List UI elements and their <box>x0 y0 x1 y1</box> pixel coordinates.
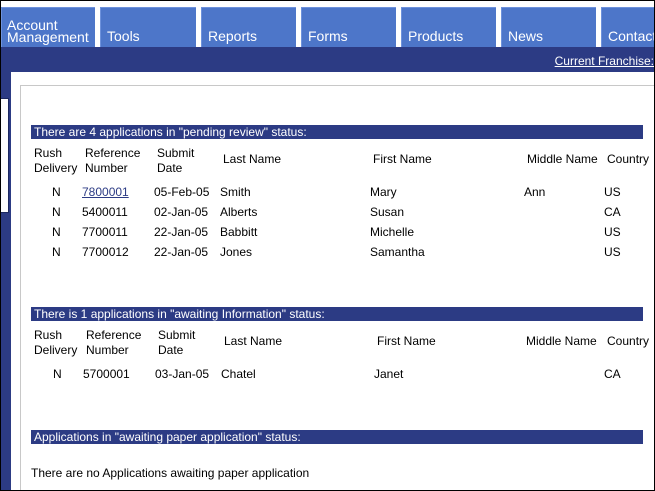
cell-rush: N <box>53 367 62 381</box>
col-rush-delivery: Rush Delivery <box>34 328 78 357</box>
cell-last-name: Smith <box>220 185 251 199</box>
col-last-name: Last Name <box>223 152 282 166</box>
section-header-awaiting-information: There is 1 applications in "awaiting Inf… <box>31 307 643 321</box>
cell-last-name: Jones <box>220 245 253 259</box>
col-middle-name: Middle Name <box>526 334 597 348</box>
tab-label: Tools <box>107 28 140 44</box>
cell-submit-date: 02-Jan-05 <box>154 205 209 219</box>
col-reference-number: Reference Number <box>86 328 142 357</box>
cell-submit-date: 22-Jan-05 <box>154 225 209 239</box>
col-first-name: First Name <box>377 334 436 348</box>
tab-label: Contact <box>608 28 654 44</box>
cell-country: CA <box>604 205 621 219</box>
cell-reference: 5400011 <box>82 205 128 219</box>
cell-middle-name: Ann <box>524 185 546 199</box>
cell-country: US <box>604 225 621 239</box>
cell-rush: N <box>52 245 61 259</box>
top-navigation: Account Management Tools Reports Forms P… <box>1 1 654 47</box>
cell-first-name: Susan <box>370 205 405 219</box>
tab-tools[interactable]: Tools <box>100 7 196 47</box>
empty-state-message: There are no Applications awaiting paper… <box>31 466 310 480</box>
col-submit-date: Submit Date <box>157 146 195 175</box>
cell-first-name: Janet <box>374 367 404 381</box>
cell-country: CA <box>604 367 621 381</box>
col-submit-date: Submit Date <box>158 328 196 357</box>
col-middle-name: Middle Name <box>527 152 598 166</box>
tab-label: Reports <box>208 28 258 44</box>
current-franchise-link[interactable]: Current Franchise: <box>555 54 654 68</box>
cell-reference: 7700011 <box>82 225 128 239</box>
cell-submit-date: 05-Feb-05 <box>154 185 210 199</box>
cell-country: US <box>604 185 621 199</box>
section-header-pending-review: There are 4 applications in "pending rev… <box>31 125 643 139</box>
tab-forms[interactable]: Forms <box>301 7 396 47</box>
tab-label: Account Management <box>7 17 89 45</box>
app-window: Account Management Tools Reports Forms P… <box>0 0 655 491</box>
tab-account-management[interactable]: Account Management <box>1 7 95 47</box>
cell-first-name: Samantha <box>370 245 425 259</box>
col-reference-number: Reference Number <box>85 146 141 175</box>
cell-first-name: Michelle <box>370 225 415 239</box>
cell-first-name: Mary <box>370 185 397 199</box>
col-country: Country <box>607 152 650 166</box>
cell-submit-date: 22-Jan-05 <box>154 245 209 259</box>
tab-contact[interactable]: Contact <box>601 7 654 47</box>
tab-products[interactable]: Products <box>401 7 496 47</box>
col-country: Country <box>607 334 650 348</box>
cell-last-name: Alberts <box>220 205 258 219</box>
cell-rush: N <box>52 205 61 219</box>
tab-label: News <box>508 28 544 44</box>
cell-rush: N <box>52 185 61 199</box>
cell-rush: N <box>52 225 61 239</box>
cell-submit-date: 03-Jan-05 <box>155 367 210 381</box>
cell-country: US <box>604 245 621 259</box>
tab-reports[interactable]: Reports <box>201 7 296 47</box>
cell-last-name: Babbitt <box>220 225 258 239</box>
section-header-awaiting-paper: Applications in "awaiting paper applicat… <box>31 430 643 444</box>
cell-reference: 5700001 <box>83 367 130 381</box>
cell-last-name: Chatel <box>221 367 256 381</box>
tab-label: Forms <box>308 28 348 44</box>
col-first-name: First Name <box>373 152 432 166</box>
col-last-name: Last Name <box>224 334 283 348</box>
col-rush-delivery: Rush Delivery <box>34 146 78 175</box>
reference-link[interactable]: 7800001 <box>82 185 129 199</box>
tab-label: Products <box>408 28 464 44</box>
left-sidebar-panel <box>1 98 9 213</box>
cell-reference: 7700012 <box>82 245 129 259</box>
tab-news[interactable]: News <box>501 7 596 47</box>
